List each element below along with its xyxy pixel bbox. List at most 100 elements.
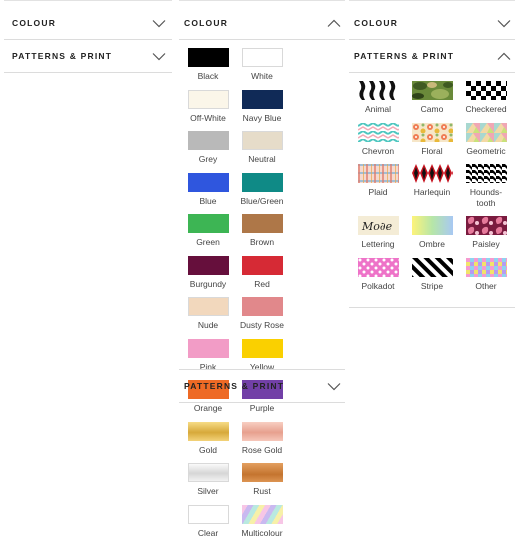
colour-swatch-blue[interactable]: Blue [181, 173, 235, 215]
colour-swatch-brown[interactable]: Brown [235, 214, 289, 256]
swatch-chip [242, 48, 283, 67]
colour-swatch-green[interactable]: Green [181, 214, 235, 256]
colour-accordion-title: COLOUR [184, 18, 228, 28]
swatch-chip [188, 339, 229, 358]
divider [179, 0, 345, 7]
svg-text:Mo∂e: Mo∂e [361, 220, 393, 233]
swatch-label: Blue/Green [241, 196, 284, 207]
swatch-label: Brown [250, 237, 274, 248]
colour-swatch-grey[interactable]: Grey [181, 131, 235, 173]
chevron-up-icon [497, 52, 511, 61]
swatch-label: Floral [407, 146, 457, 157]
swatch-chip [412, 216, 453, 235]
swatch-label: Chevron [353, 146, 403, 157]
colour-swatch-red[interactable]: Red [235, 256, 289, 298]
swatch-label: Polkadot [353, 281, 403, 292]
swatch-label: Purple [250, 403, 275, 414]
swatch-chip [242, 173, 283, 192]
pattern-swatch-polkadot[interactable]: Polkadot [351, 258, 405, 300]
colour-accordion-header[interactable]: COLOUR [179, 7, 345, 40]
pattern-swatch-geometric[interactable]: Geometric [459, 123, 513, 165]
patterns-accordion-title: PATTERNS & PRINT [184, 381, 284, 391]
colour-swatch-rose-gold[interactable]: Rose Gold [235, 422, 289, 464]
swatch-label: Stripe [407, 281, 457, 292]
swatch-label: Black [198, 71, 219, 82]
swatch-label: Lettering [353, 239, 403, 250]
pattern-swatch-lettering[interactable]: Mo∂e Lettering [351, 216, 405, 258]
pattern-swatch-harlequin[interactable]: Harlequin [405, 164, 459, 206]
swatch-label: Orange [194, 403, 222, 414]
colour-swatch-gold[interactable]: Gold [181, 422, 235, 464]
patterns-accordion-header[interactable]: PATTERNS & PRINT [179, 369, 345, 403]
pattern-swatch-plaid[interactable]: Plaid [351, 164, 405, 206]
patterns-accordion-title: PATTERNS & PRINT [354, 51, 454, 61]
colour-swatch-navy-blue[interactable]: Navy Blue [235, 90, 289, 132]
swatch-chip [358, 123, 399, 142]
swatch-chip [188, 297, 229, 316]
swatch-label: Geometric [461, 146, 511, 157]
swatch-chip [242, 214, 283, 233]
colour-swatch-black[interactable]: Black [181, 48, 235, 90]
swatch-label: Plaid [353, 187, 403, 198]
pattern-swatch-stripe[interactable]: Stripe [405, 258, 459, 300]
pattern-swatch-animal[interactable]: Animal [351, 81, 405, 123]
swatch-chip [188, 48, 229, 67]
patterns-accordion-header[interactable]: PATTERNS & PRINT [349, 40, 515, 73]
colour-accordion-header[interactable]: COLOUR [349, 7, 515, 40]
colour-swatch-burgundy[interactable]: Burgundy [181, 256, 235, 298]
colour-accordion-title: COLOUR [12, 18, 56, 28]
swatch-chip [466, 123, 507, 142]
swatch-chip [242, 339, 283, 358]
swatch-label: Camo [407, 104, 457, 115]
colour-swatch-rust[interactable]: Rust [235, 463, 289, 505]
swatch-chip [412, 258, 453, 277]
swatch-chip [358, 258, 399, 277]
swatch-label: Burgundy [190, 279, 226, 290]
colour-swatch-silver[interactable]: Silver [181, 463, 235, 505]
colour-swatch-clear[interactable]: Clear [181, 505, 235, 546]
swatch-chip [242, 90, 283, 109]
colour-swatch-multicolour[interactable]: Multicolour [235, 505, 289, 546]
chevron-up-icon [327, 19, 341, 28]
swatch-label: Silver [197, 486, 218, 497]
swatch-label: Harlequin [407, 187, 457, 198]
pattern-swatch-chevron[interactable]: Chevron [351, 123, 405, 165]
swatch-chip [188, 214, 229, 233]
swatch-chip [242, 422, 283, 441]
patterns-accordion-header[interactable]: PATTERNS & PRINT [4, 40, 172, 73]
swatch-label: Grey [199, 154, 217, 165]
colour-swatch-off-white[interactable]: Off-White [181, 90, 235, 132]
pattern-swatch-floral[interactable]: Floral [405, 123, 459, 165]
swatch-label: Other [461, 281, 511, 292]
swatch-chip [242, 297, 283, 316]
swatch-chip [358, 81, 399, 100]
colour-swatch-dusty-rose[interactable]: Dusty Rose [235, 297, 289, 339]
colour-accordion-header[interactable]: COLOUR [4, 7, 172, 40]
pattern-swatch-camo[interactable]: Camo [405, 81, 459, 123]
colour-swatch-nude[interactable]: Nude [181, 297, 235, 339]
pattern-swatch-ombre[interactable]: Ombre [405, 216, 459, 258]
swatch-label: Hounds-tooth [461, 187, 511, 209]
swatch-chip [466, 216, 507, 235]
swatch-label: Dusty Rose [240, 320, 284, 331]
swatch-chip [412, 123, 453, 142]
colour-swatch-white[interactable]: White [235, 48, 289, 90]
swatch-label: Off-White [190, 113, 226, 124]
swatch-label: Green [196, 237, 220, 248]
pattern-swatch-paisley[interactable]: Paisley [459, 216, 513, 258]
pattern-swatch-hounds-tooth[interactable]: Hounds-tooth [459, 164, 513, 216]
colour-swatch-neutral[interactable]: Neutral [235, 131, 289, 173]
swatch-chip [242, 463, 283, 482]
pattern-swatch-checkered[interactable]: Checkered [459, 81, 513, 123]
swatch-chip [188, 256, 229, 275]
filter-panel-collapsed: COLOUR PATTERNS & PRINT [4, 0, 172, 73]
swatch-chip: Mo∂e [358, 216, 399, 235]
colour-swatch-blue-green[interactable]: Blue/Green [235, 173, 289, 215]
swatch-label: Ombre [407, 239, 457, 250]
swatch-label: Paisley [461, 239, 511, 250]
divider [4, 0, 172, 7]
swatch-chip [188, 505, 229, 524]
pattern-swatch-other[interactable]: Other [459, 258, 513, 300]
swatch-label: Rust [253, 486, 270, 497]
filter-panel-patterns-open: COLOUR PATTERNS & PRINT AnimalCamoChecke… [349, 0, 515, 308]
